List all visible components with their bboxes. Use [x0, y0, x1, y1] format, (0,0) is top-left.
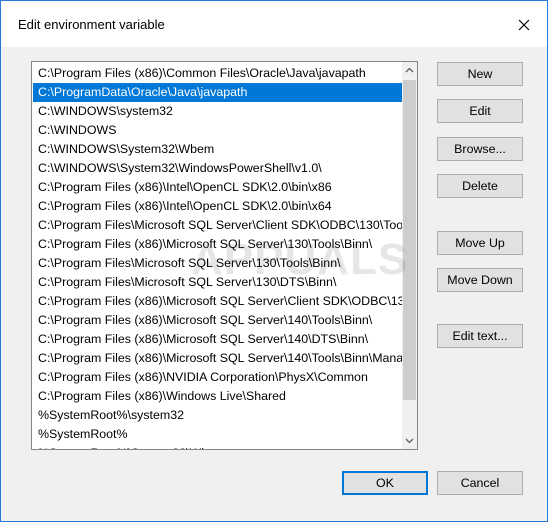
path-list-item[interactable]: C:\WINDOWS [33, 121, 403, 140]
chevron-down-icon [405, 438, 414, 444]
edit-env-variable-dialog: Edit environment variable C:\Program Fil… [0, 0, 548, 522]
new-button[interactable]: New [437, 62, 523, 86]
close-button[interactable] [509, 11, 539, 39]
move-up-button[interactable]: Move Up [437, 231, 523, 255]
path-list-item[interactable]: C:\Program Files (x86)\Intel\OpenCL SDK\… [33, 197, 403, 216]
window-title: Edit environment variable [18, 17, 165, 32]
edit-button[interactable]: Edit [437, 99, 523, 123]
path-list-item[interactable]: C:\Program Files (x86)\Microsoft SQL Ser… [33, 311, 403, 330]
delete-button[interactable]: Delete [437, 174, 523, 198]
move-down-button[interactable]: Move Down [437, 268, 523, 292]
path-list-item[interactable]: C:\Program Files\Microsoft SQL Server\13… [33, 254, 403, 273]
scroll-down-button[interactable] [402, 433, 417, 449]
vertical-scrollbar[interactable] [402, 62, 417, 449]
ok-button[interactable]: OK [342, 471, 428, 495]
path-list-item[interactable]: C:\Program Files (x86)\NVIDIA Corporatio… [33, 368, 403, 387]
path-list[interactable]: C:\Program Files (x86)\Common Files\Orac… [31, 61, 418, 450]
path-list-item[interactable]: C:\Program Files (x86)\Windows Live\Shar… [33, 387, 403, 406]
edit-text-button[interactable]: Edit text... [437, 324, 523, 348]
path-list-item[interactable]: C:\Program Files (x86)\Intel\OpenCL SDK\… [33, 178, 403, 197]
path-list-item[interactable]: C:\ProgramData\Oracle\Java\javapath [33, 83, 403, 102]
browse-button[interactable]: Browse... [437, 137, 523, 161]
path-list-item[interactable]: %SystemRoot%\System32\Wbem [33, 444, 403, 449]
path-list-item[interactable]: C:\Program Files\Microsoft SQL Server\13… [33, 273, 403, 292]
path-list-item[interactable]: C:\WINDOWS\System32\Wbem [33, 140, 403, 159]
path-list-item[interactable]: C:\Program Files (x86)\Microsoft SQL Ser… [33, 292, 403, 311]
path-list-item[interactable]: C:\Program Files\Microsoft SQL Server\Cl… [33, 216, 403, 235]
path-list-item[interactable]: C:\Program Files (x86)\Microsoft SQL Ser… [33, 349, 403, 368]
path-list-item[interactable]: %SystemRoot%\system32 [33, 406, 403, 425]
path-list-item[interactable]: C:\Program Files (x86)\Microsoft SQL Ser… [33, 330, 403, 349]
close-icon [518, 19, 530, 31]
path-list-item[interactable]: %SystemRoot% [33, 425, 403, 444]
path-list-item[interactable]: C:\Program Files (x86)\Microsoft SQL Ser… [33, 235, 403, 254]
chevron-up-icon [405, 67, 414, 73]
title-bar: Edit environment variable [1, 1, 547, 47]
path-list-item[interactable]: C:\WINDOWS\system32 [33, 102, 403, 121]
path-list-rows: C:\Program Files (x86)\Common Files\Orac… [33, 64, 403, 449]
cancel-button[interactable]: Cancel [437, 471, 523, 495]
path-list-item[interactable]: C:\Program Files (x86)\Common Files\Orac… [33, 64, 403, 83]
path-list-item[interactable]: C:\WINDOWS\System32\WindowsPowerShell\v1… [33, 159, 403, 178]
scroll-thumb[interactable] [403, 80, 416, 400]
scroll-up-button[interactable] [402, 62, 417, 78]
